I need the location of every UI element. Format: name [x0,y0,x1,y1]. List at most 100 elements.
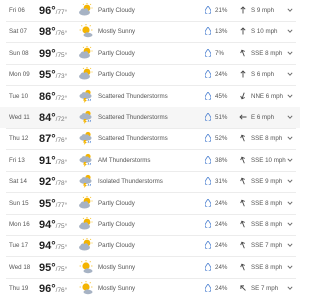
temperature: 94°/75° [39,219,67,231]
wind-label: S 10 mph [251,28,278,35]
chevron-down-icon[interactable] [287,221,293,227]
chevron-down-icon[interactable] [287,28,293,34]
raindrop-icon [204,133,212,143]
forecast-row[interactable]: Fri 13 91°/78° AM Thunderstorms 38% SSE … [0,150,300,171]
temperature: 86°/72° [39,91,67,103]
raindrop-icon [204,5,212,15]
wind-arrow-icon [239,6,247,14]
chevron-down-icon[interactable] [287,200,293,206]
raindrop-icon [204,69,212,79]
forecast-row[interactable]: Sat 14 92°/78° Isolated Thunderstorms 31… [0,171,300,192]
high-temp: 96° [39,4,56,17]
condition-label: Isolated Thunderstorms [98,178,163,185]
wind-label: S 9 mph [251,7,275,14]
high-temp: 94° [39,218,56,231]
low-temp: /78° [55,179,68,187]
wind-arrow-icon [239,113,247,121]
chevron-down-icon[interactable] [287,71,293,77]
precip-chance: 24% [215,200,228,207]
precip-chance: 45% [215,93,228,100]
thunderstorm-icon [78,110,94,124]
condition-label: Scattered Thunderstorms [98,135,168,142]
chevron-down-icon[interactable] [287,157,293,163]
raindrop-icon [204,155,212,165]
high-temp: 86° [39,90,56,103]
precip-chance: 21% [215,7,228,14]
temperature: 95°/75° [39,262,67,274]
wind-label: SSE 7 mph [251,242,283,249]
wind-label: NNE 6 mph [251,93,283,100]
partly-cloudy-icon [78,196,94,210]
forecast-row[interactable]: Wed 11 84°/72° Scattered Thunderstorms 5… [0,107,300,128]
wind-label: SSE 8 mph [251,135,283,142]
condition-label: Mostly Sunny [98,28,136,35]
high-temp: 94° [39,239,56,252]
forecast-row[interactable]: Thu 19 96°/76° Mostly Sunny 24% SE 7 mph [0,278,300,299]
condition-label: Scattered Thunderstorms [98,93,168,100]
chevron-down-icon[interactable] [287,114,293,120]
partly-cloudy-icon [78,3,94,17]
precip-chance: 38% [215,157,228,164]
chevron-down-icon[interactable] [287,178,293,184]
wind-arrow-icon [239,263,247,271]
forecast-row[interactable]: Sun 08 99°/75° Partly Cloudy 7% SSE 8 mp… [0,43,300,64]
chevron-down-icon[interactable] [287,7,293,13]
wind-label: S 6 mph [251,71,275,78]
condition-label: Scattered Thunderstorms [98,114,168,121]
forecast-row[interactable]: Sat 07 98°/76° Mostly Sunny 13% S 10 mph [0,21,300,42]
wind-arrow-icon [239,134,247,142]
chevron-down-icon[interactable] [287,285,293,291]
raindrop-icon [204,48,212,58]
temperature: 92°/78° [39,176,67,188]
precip-chance: 7% [215,50,224,57]
raindrop-icon [204,283,212,293]
thunderstorm-icon [78,89,94,103]
raindrop-icon [204,198,212,208]
low-temp: /75° [55,222,68,230]
precip-chance: 24% [215,221,228,228]
precip-chance: 24% [215,285,228,292]
low-temp: /77° [55,201,68,209]
forecast-row[interactable]: Tue 10 86°/72° Scattered Thunderstorms 4… [0,86,300,107]
forecast-row[interactable]: Fri 06 96°/77° Partly Cloudy 21% S 9 mph [0,0,300,21]
temperature: 99°/75° [39,48,67,60]
low-temp: /78° [55,158,68,166]
mostly-sunny-icon [78,281,94,295]
low-temp: /75° [55,243,68,251]
temperature: 98°/76° [39,26,67,38]
forecast-row[interactable]: Mon 09 95°/73° Partly Cloudy 24% S 6 mph [0,64,300,85]
wind-arrow-icon [239,199,247,207]
low-temp: /75° [55,51,68,59]
low-temp: /72° [55,115,68,123]
condition-label: Partly Cloudy [98,71,135,78]
chevron-down-icon[interactable] [287,50,293,56]
wind-arrow-icon [239,156,247,164]
temperature: 94°/75° [39,240,67,252]
wind-arrow-icon [239,220,247,228]
forecast-row[interactable]: Tue 17 94°/75° Partly Cloudy 24% SSE 7 m… [0,235,300,256]
low-temp: /76° [55,286,68,294]
forecast-row[interactable]: Thu 12 87°/76° Scattered Thunderstorms 5… [0,128,300,149]
temperature: 84°/72° [39,112,67,124]
high-temp: 96° [39,282,56,295]
condition-label: AM Thunderstorms [98,157,151,164]
forecast-row[interactable]: Mon 16 94°/75° Partly Cloudy 24% SSE 8 m… [0,214,300,235]
low-temp: /73° [55,72,68,80]
raindrop-icon [204,219,212,229]
forecast-row[interactable]: Sun 15 95°/77° Partly Cloudy 24% SSE 8 m… [0,193,300,214]
thunderstorm-icon [78,174,94,188]
high-temp: 95° [39,68,56,81]
thunderstorm-icon [78,131,94,145]
raindrop-icon [204,176,212,186]
condition-label: Partly Cloudy [98,7,135,14]
chevron-down-icon[interactable] [287,242,293,248]
temperature: 96°/77° [39,5,67,17]
precip-chance: 24% [215,264,228,271]
raindrop-icon [204,26,212,36]
chevron-down-icon[interactable] [287,93,293,99]
forecast-row[interactable]: Wed 18 95°/75° Mostly Sunny 24% SSE 8 mp… [0,257,300,278]
chevron-down-icon[interactable] [287,264,293,270]
precip-chance: 13% [215,28,228,35]
high-temp: 84° [39,111,56,124]
chevron-down-icon[interactable] [287,135,293,141]
